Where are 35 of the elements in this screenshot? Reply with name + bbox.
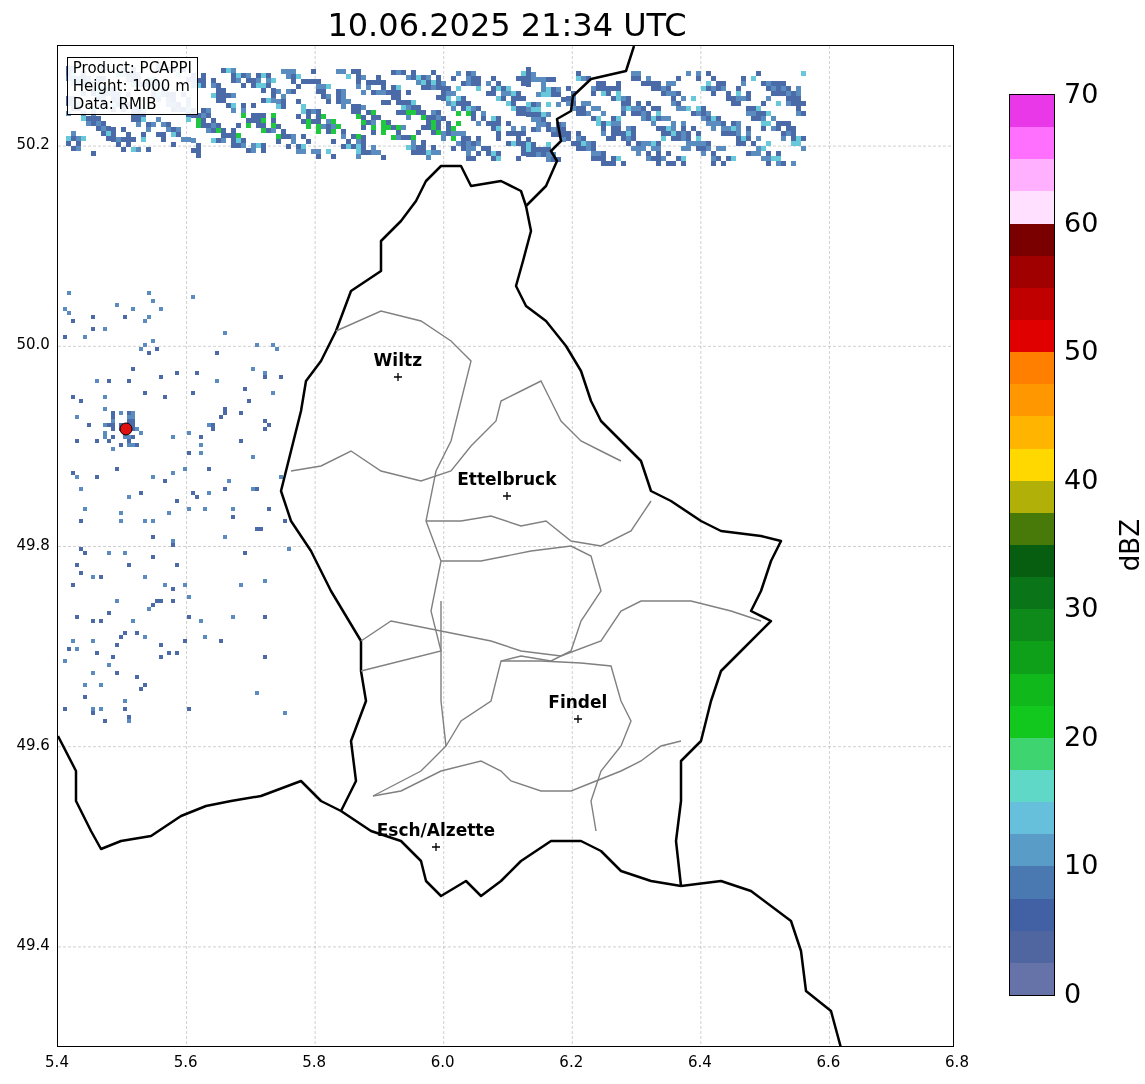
y-tick-label: 50.0 [16, 335, 50, 354]
colorbar-tick-label: 70 [1064, 79, 1099, 109]
x-tick-label: 5.4 [45, 1053, 69, 1071]
city-marker-icon [502, 491, 512, 501]
y-tick-label: 49.6 [16, 735, 50, 754]
colorbar-tick-label: 30 [1064, 593, 1099, 624]
colorbar-tick-label: 40 [1064, 464, 1099, 495]
info-text: Height: 1000 m [72, 77, 191, 95]
colorbar-tick-label: 10 [1064, 850, 1099, 881]
x-tick-label: 5.8 [302, 1053, 327, 1071]
x-tick-label: 6.2 [559, 1053, 584, 1071]
colorbar-tick-label: 0 [1064, 979, 1082, 1009]
info-text: Data: RMIB [72, 95, 158, 113]
x-tick-label: 6.4 [687, 1053, 712, 1071]
y-tick-label: 49.4 [16, 935, 50, 954]
chart-title: 10.06.2025 21:34 UTC [327, 5, 687, 45]
info-text: Product: PCAPPI [72, 59, 192, 77]
colorbar-label: dBZ [1115, 518, 1145, 572]
y-tick-label: 49.8 [16, 535, 50, 554]
radar-site-marker [119, 422, 133, 436]
x-tick-label: 6.0 [430, 1053, 455, 1071]
colorbar-tick-label: 60 [1064, 207, 1099, 238]
city-marker-icon [393, 372, 403, 382]
city-marker-icon [573, 714, 583, 724]
x-tick-label: 5.6 [173, 1053, 198, 1071]
x-tick-label: 6.6 [816, 1053, 841, 1071]
city-label: Esch/Alzette [376, 820, 495, 840]
x-tick-label: 6.8 [945, 1053, 969, 1071]
city-label: Ettelbruck [457, 469, 557, 489]
city-marker-icon [431, 842, 441, 852]
city-label: Wiltz [373, 350, 423, 370]
colorbar-tick-label: 50 [1064, 336, 1099, 367]
y-tick-label: 50.2 [16, 135, 50, 154]
city-label: Findel [548, 692, 608, 712]
colorbar-tick-label: 20 [1064, 721, 1099, 752]
